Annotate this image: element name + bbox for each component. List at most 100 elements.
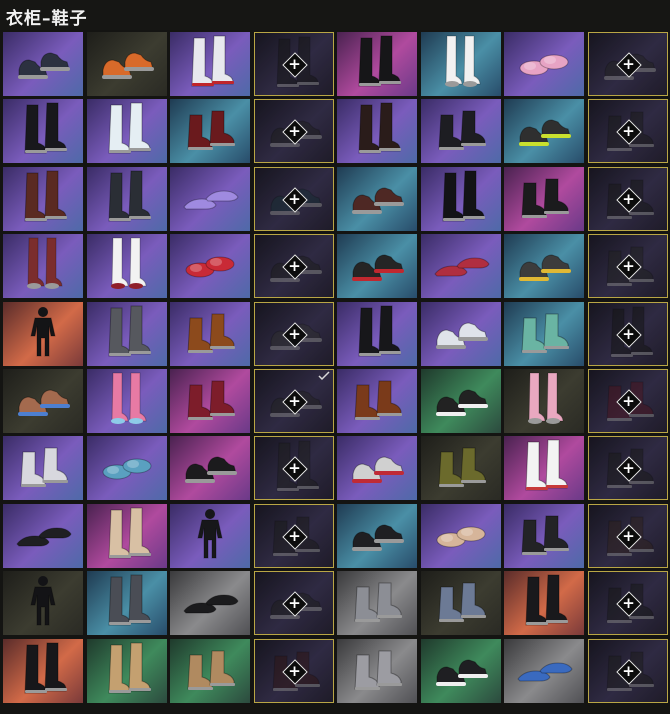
empty-shoe-slot[interactable]: +	[587, 571, 668, 636]
empty-shoe-slot[interactable]: +	[253, 571, 334, 636]
empty-shoe-slot[interactable]: +	[253, 99, 334, 164]
shoe-item-shoe-black[interactable]	[170, 571, 250, 636]
shoe-item-suit-black[interactable]	[3, 571, 83, 636]
shoe-item-sneaker-yellow[interactable]	[504, 234, 584, 299]
shoe-item-shoe-brown-fur[interactable]	[337, 368, 417, 433]
shoe-item-slipper-teal[interactable]	[86, 436, 167, 501]
shoe-item-stocking-white-redshoe[interactable]	[86, 234, 167, 299]
shoe-item-shoe-tan[interactable]	[170, 638, 250, 703]
shoe-item-sandal-black-white[interactable]	[420, 368, 501, 433]
shoe-item-boot-black-knee[interactable]	[420, 166, 501, 231]
shoe-item-stocking-rainbow[interactable]	[86, 368, 167, 433]
shoe-icon	[521, 178, 569, 218]
shoe-icon	[197, 508, 223, 559]
shoe-item-shoe-brown[interactable]	[337, 166, 417, 231]
empty-shoe-slot[interactable]: +	[253, 301, 334, 366]
shoe-item-boot-black-thigh[interactable]	[504, 571, 584, 636]
shoe-item-boot-camo-orange[interactable]	[170, 301, 250, 366]
shoe-item-boot-black-tall[interactable]	[3, 99, 83, 164]
shoe-item-sneaker-neon[interactable]	[504, 99, 584, 164]
shoe-icon	[102, 458, 151, 480]
shoe-item-boot-white[interactable]	[86, 99, 167, 164]
shoe-item-boot-brown-long[interactable]	[3, 166, 83, 231]
empty-shoe-slot[interactable]: +	[253, 638, 334, 703]
shoe-item-sock-white-red[interactable]	[504, 436, 584, 501]
shoe-item-boot-white-ankle[interactable]	[3, 436, 83, 501]
shoe-item-sneaker-orange[interactable]	[86, 32, 167, 96]
shoe-item-boot-black-thigh[interactable]	[3, 638, 83, 703]
shoe-item-boot-brown-laced[interactable]	[337, 99, 417, 164]
empty-shoe-slot[interactable]: +	[587, 503, 668, 568]
shoe-item-boot-black-thigh[interactable]	[337, 301, 417, 366]
shoe-item-boot-black-buckle[interactable]	[420, 99, 501, 164]
plus-icon: +	[288, 459, 301, 478]
empty-shoe-slot[interactable]: +	[587, 368, 668, 433]
shoe-item-boot-black[interactable]	[337, 32, 417, 96]
shoe-item-stocking-red[interactable]	[3, 234, 83, 299]
shoe-item-boot-teal[interactable]	[504, 301, 584, 366]
shoe-item-boot-red-black[interactable]	[170, 99, 250, 164]
shoe-icon	[16, 527, 72, 547]
shoe-icon	[30, 576, 56, 626]
shoe-icon	[358, 102, 401, 154]
shoe-item-pants-dark[interactable]	[86, 166, 167, 231]
empty-shoe-slot[interactable]: +	[587, 32, 668, 96]
shoe-icon	[435, 659, 488, 686]
shoe-icon	[183, 594, 239, 614]
shoe-item-boot-olive[interactable]	[420, 436, 501, 501]
shoe-item-sneaker-black[interactable]	[337, 503, 417, 568]
shoe-item-boot-gray-white[interactable]	[337, 638, 417, 703]
empty-shoe-slot[interactable]: +	[587, 638, 668, 703]
empty-shoe-slot[interactable]: +	[587, 301, 668, 366]
shoe-item-boot-gray-knee[interactable]	[86, 301, 167, 366]
shoe-item-boot-tan[interactable]	[86, 638, 167, 703]
shoe-item-boot-camo-gray[interactable]	[86, 571, 167, 636]
shoe-item-boot-white-red[interactable]	[170, 32, 250, 96]
empty-shoe-slot[interactable]: +	[587, 234, 668, 299]
shoe-icon	[352, 456, 404, 484]
shoe-icon	[20, 447, 68, 488]
shoe-item-sneaker-red-black[interactable]	[337, 234, 417, 299]
shoe-item-flat-purple[interactable]	[170, 166, 250, 231]
shoe-icon	[436, 526, 485, 548]
shoe-item-slipper-beige[interactable]	[420, 503, 501, 568]
shoe-item-slipper-pink[interactable]	[504, 32, 584, 96]
shoe-item-sneaker-black-white[interactable]	[420, 638, 501, 703]
empty-shoe-slot[interactable]: +	[253, 368, 334, 433]
shoe-icon	[519, 119, 571, 147]
shoe-item-sneaker-black-white[interactable]	[170, 436, 250, 501]
shoe-item-sneaker-orange-blue[interactable]	[3, 368, 83, 433]
empty-shoe-slot[interactable]: +	[587, 166, 668, 231]
shoe-item-loafer-dark[interactable]	[3, 503, 83, 568]
shoe-item-stocking-white[interactable]	[420, 32, 501, 96]
empty-shoe-slot[interactable]: +	[587, 436, 668, 501]
shoe-item-loafer-blue[interactable]	[504, 638, 584, 703]
shoe-item-boot-fur-beige[interactable]	[86, 503, 167, 568]
shoe-item-sneaker-red-white[interactable]	[337, 436, 417, 501]
shoe-item-slipper-red[interactable]	[170, 234, 250, 299]
shoe-icon	[437, 447, 486, 488]
shoe-item-boot-black-ankle[interactable]	[504, 166, 584, 231]
shoe-item-boot-blue-gray[interactable]	[420, 571, 501, 636]
page-title: 衣柜–鞋子	[6, 9, 88, 29]
shoe-icon	[435, 389, 488, 416]
shoe-item-suit-black-hood[interactable]	[170, 503, 250, 568]
shoe-item-boot-gray[interactable]	[337, 571, 417, 636]
shoe-item-flat-red[interactable]	[420, 234, 501, 299]
empty-shoe-slot[interactable]: +	[253, 234, 334, 299]
shoe-item-stocking-pink[interactable]	[504, 368, 584, 433]
empty-shoe-slot[interactable]: +	[253, 436, 334, 501]
header-bar: 衣柜–鞋子	[0, 0, 670, 30]
shoe-icon	[354, 380, 402, 420]
empty-shoe-slot[interactable]: +	[253, 166, 334, 231]
empty-shoe-slot[interactable]: +	[587, 99, 668, 164]
shoe-icon	[187, 110, 235, 151]
shoe-item-boot-red-white[interactable]	[170, 368, 250, 433]
shoe-item-sneaker-white[interactable]	[420, 301, 501, 366]
shoe-item-boot-black-ankle[interactable]	[504, 503, 584, 568]
empty-shoe-slot[interactable]: +	[253, 32, 334, 96]
shoe-item-sneaker-black[interactable]	[3, 32, 83, 96]
empty-shoe-slot[interactable]: +	[253, 503, 334, 568]
shoe-item-suit-black[interactable]	[3, 301, 83, 366]
shoe-icon	[24, 170, 67, 222]
